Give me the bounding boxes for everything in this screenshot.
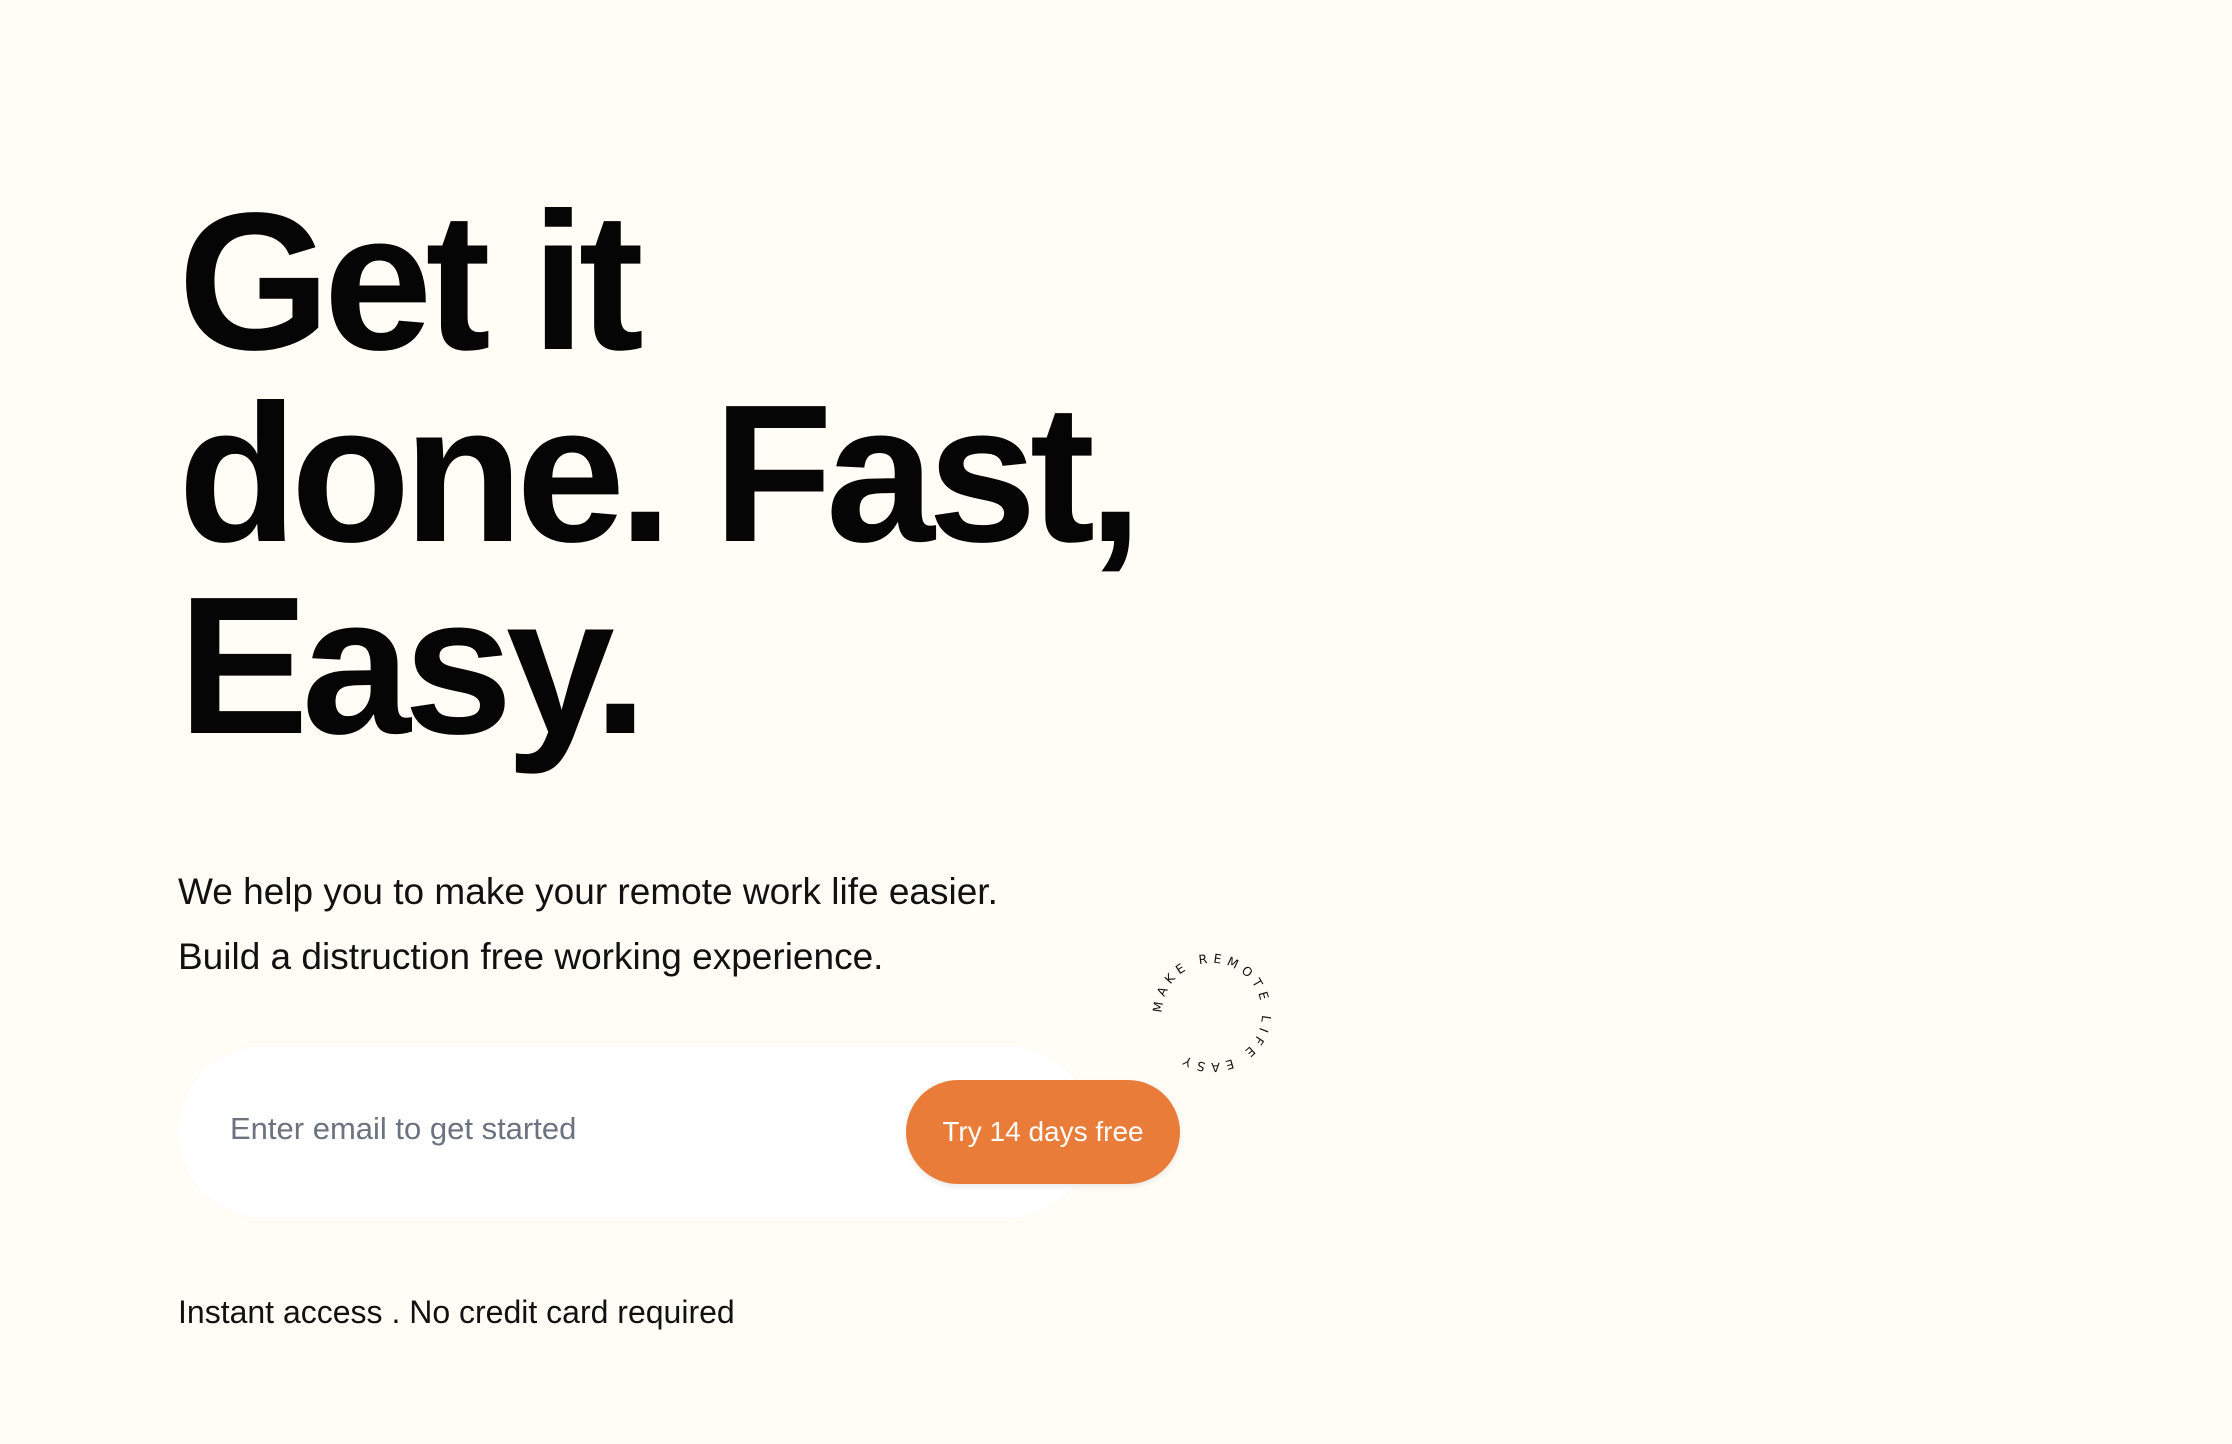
circular-text-icon: MAKE REMOTE LIFE EASY — [1150, 951, 1275, 1076]
hero-subcopy: We help you to make your remote work lif… — [178, 859, 998, 989]
headline-line-3: Easy. — [178, 556, 648, 775]
try-free-button[interactable]: Try 14 days free — [906, 1080, 1180, 1184]
subcopy-line-1: We help you to make your remote work lif… — [178, 871, 998, 912]
headline-line-1: Get it — [178, 172, 644, 391]
badge-text: MAKE REMOTE LIFE EASY — [1150, 951, 1275, 1076]
hero-section: Get it done. Fast, Easy. We help you to … — [178, 0, 1478, 1444]
headline-line-2: done. Fast, — [178, 364, 1143, 583]
subcopy-line-2: Build a distruction free working experie… — [178, 936, 884, 977]
badge-text-path: MAKE REMOTE LIFE EASY — [1150, 951, 1269, 1076]
access-note: Instant access . No credit card required — [178, 1294, 735, 1330]
rotating-text-badge: MAKE REMOTE LIFE EASY — [1142, 943, 1282, 1083]
hero-headline: Get it done. Fast, Easy. — [178, 172, 1143, 775]
